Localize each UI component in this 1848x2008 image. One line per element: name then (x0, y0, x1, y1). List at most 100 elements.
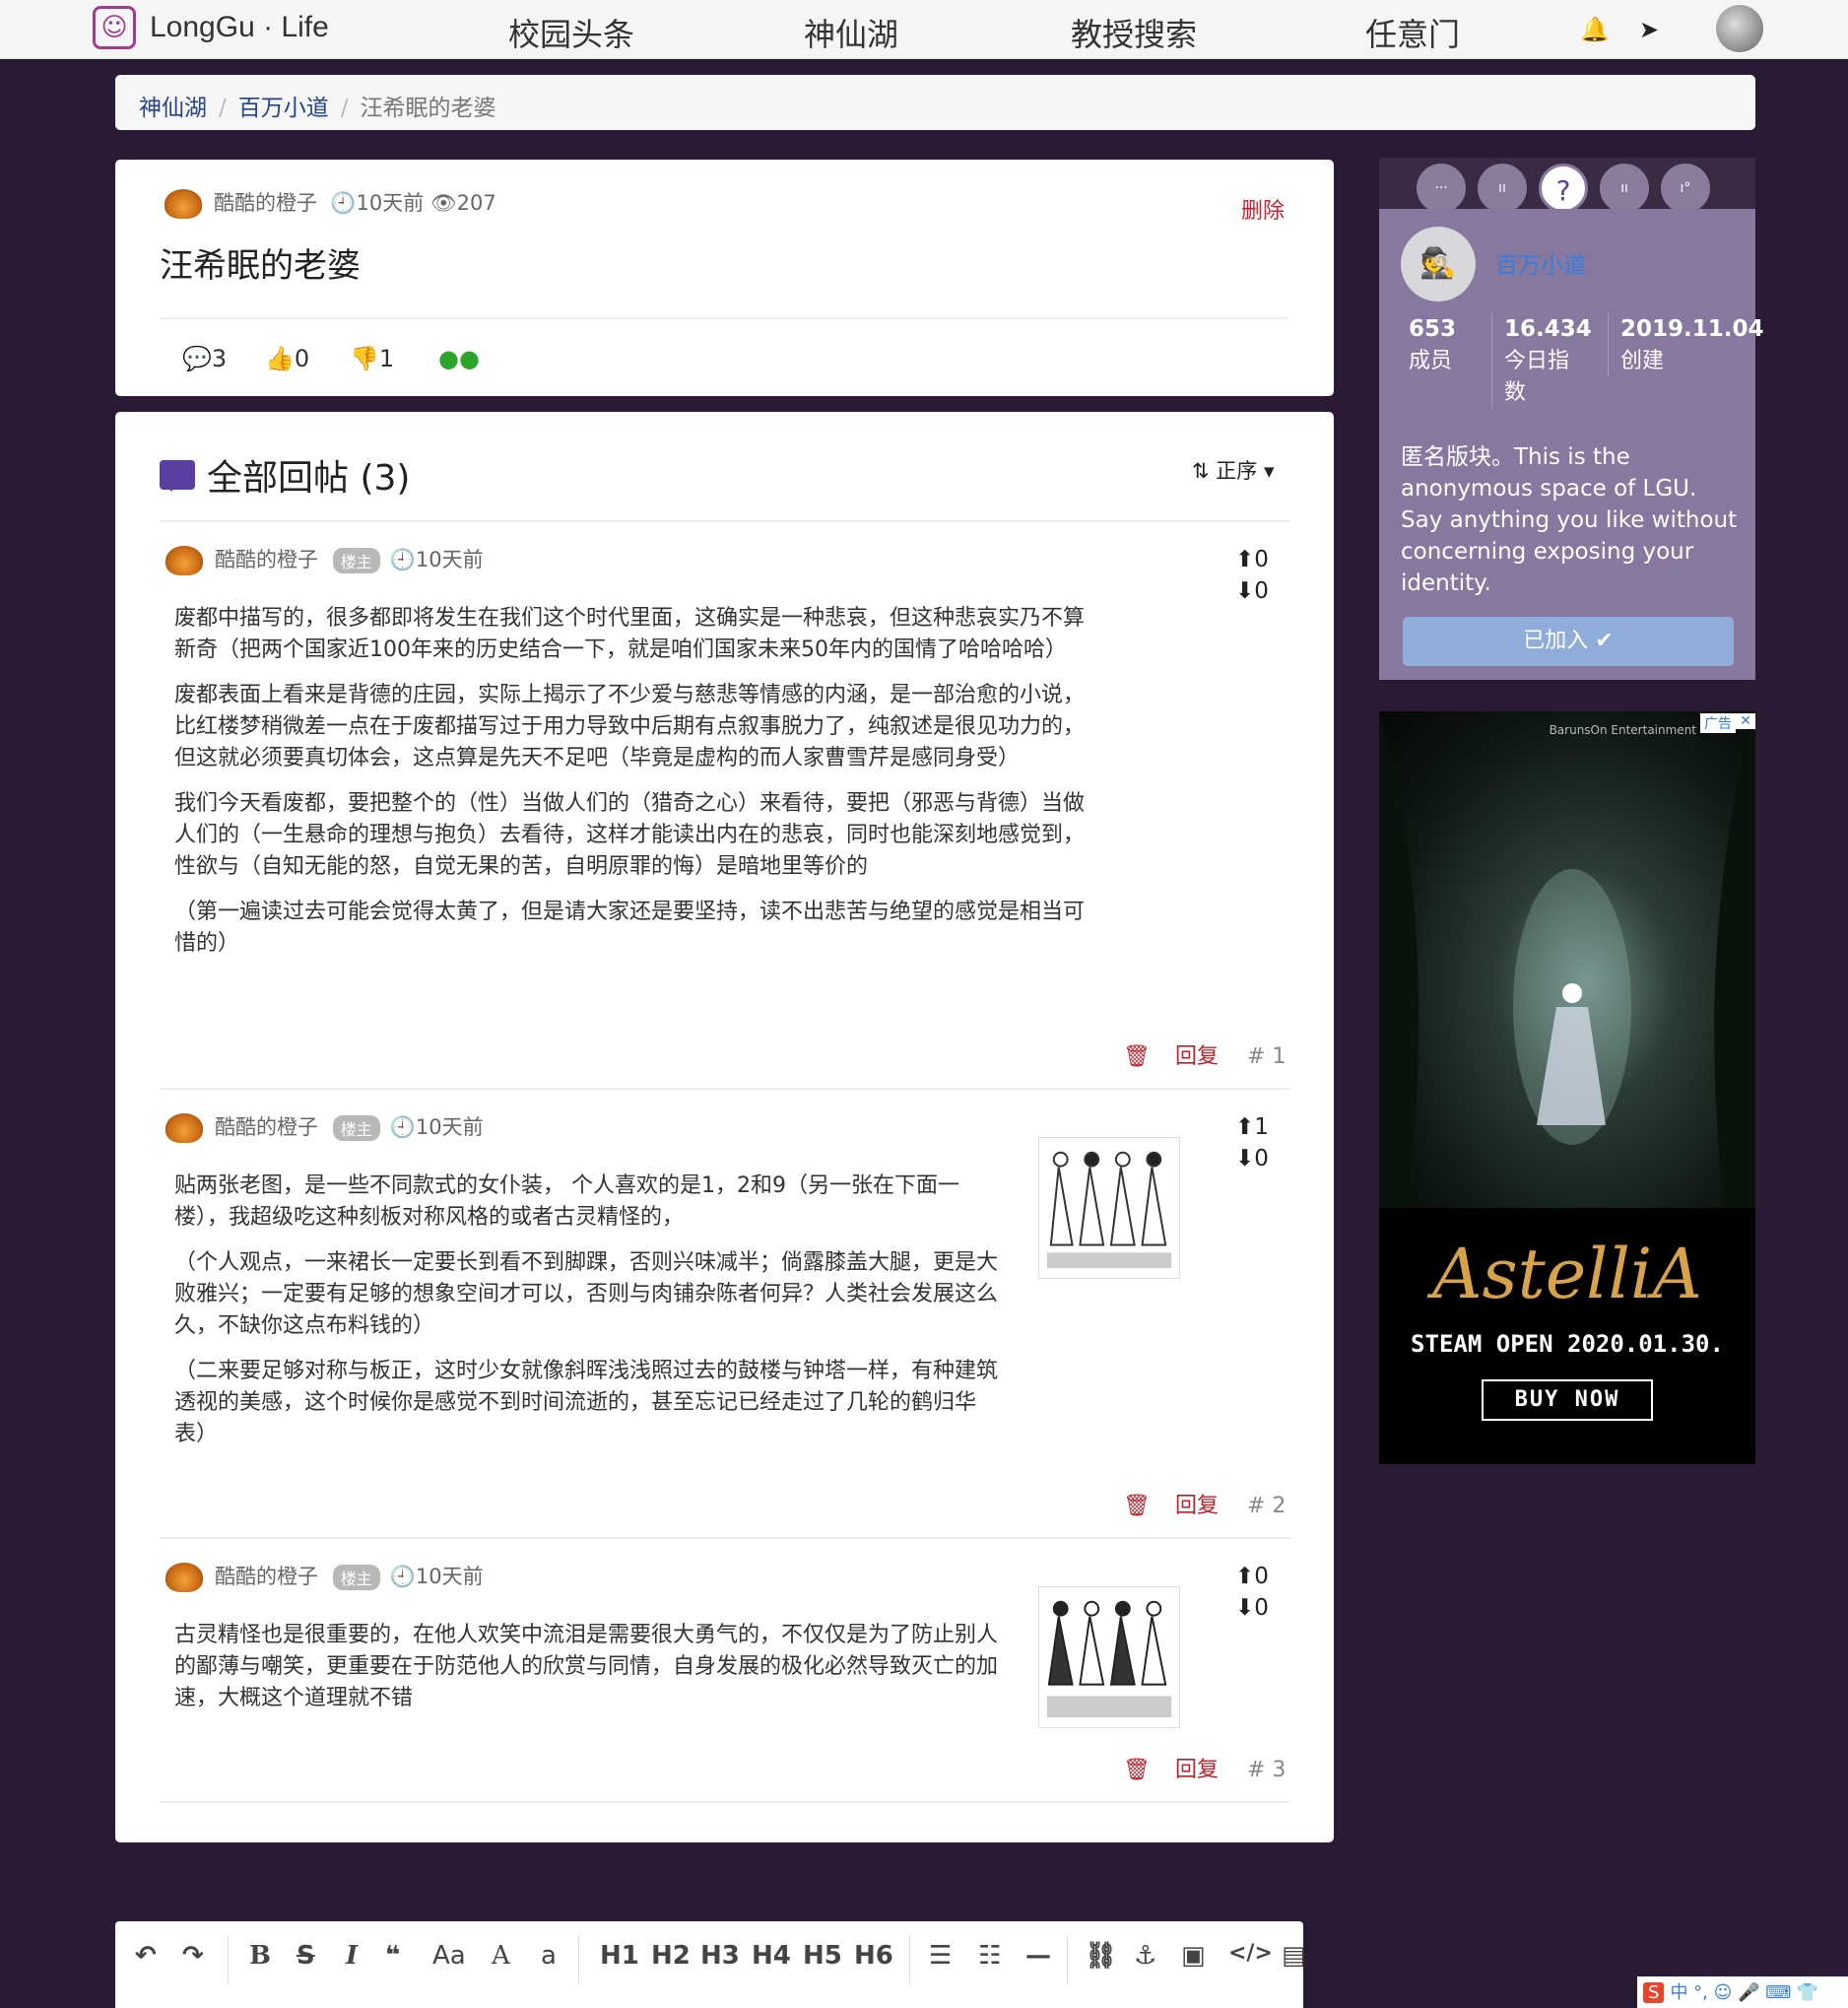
heading-1-button[interactable]: H1 (600, 1941, 639, 1971)
code-block-icon[interactable]: ▤ (1282, 1941, 1306, 1971)
trash-icon[interactable]: 🗑 (1123, 1494, 1151, 1518)
sogou-icon: S (1643, 1982, 1665, 2003)
divider (160, 1088, 1290, 1090)
code-icon[interactable]: </> (1228, 1941, 1273, 1966)
ad-badge: 广告 (1700, 713, 1736, 733)
created-stat: 2019.11.04 创建 (1608, 313, 1764, 377)
eye-icon: 👁 (429, 191, 457, 215)
font-size-up-icon[interactable]: A (492, 1941, 510, 1971)
bullet-list-icon[interactable]: ☰ (929, 1941, 952, 1971)
redo-icon[interactable]: ↷ (182, 1941, 204, 1971)
post-author[interactable]: 酷酷的橙子 (214, 191, 317, 215)
author-avatar[interactable] (165, 546, 203, 575)
nav-campus-headlines[interactable]: 校园头条 (508, 10, 634, 55)
heading-3-button[interactable]: H3 (700, 1941, 740, 1971)
heading-2-button[interactable]: H2 (651, 1941, 691, 1971)
comment-bubble-icon (160, 460, 195, 492)
members-stat: 653 成员 (1409, 316, 1457, 373)
heading-6-button[interactable]: H6 (854, 1941, 893, 1971)
joined-button[interactable]: 已加入 ✔ (1403, 617, 1734, 666)
bold-icon[interactable]: B (249, 1941, 271, 1971)
reply-button[interactable]: 回复 (1175, 1758, 1219, 1782)
font-size-down-icon[interactable]: a (541, 1941, 557, 1971)
image-icon[interactable]: ▣ (1181, 1941, 1206, 1971)
italic-icon[interactable]: I (346, 1941, 358, 1971)
board-tab[interactable]: ··· (1417, 164, 1466, 213)
ad-banner[interactable]: BarunsOn Entertainment 广告 ✕ AstelliA STE… (1379, 711, 1755, 1464)
breadcrumb-board[interactable]: 百万小道 (238, 96, 329, 121)
font-case-icon[interactable]: Aa (432, 1941, 466, 1971)
heading-4-button[interactable]: H4 (752, 1941, 791, 1971)
quote-icon[interactable]: ❝ (385, 1941, 400, 1971)
dislike-button[interactable]: 👎1 (350, 345, 394, 372)
heading-5-button[interactable]: H5 (803, 1941, 842, 1971)
breadcrumb-shenxianhu[interactable]: 神仙湖 (139, 96, 207, 121)
logo-face-icon: ☺ (93, 6, 136, 49)
reply-author[interactable]: 酷酷的橙子 (215, 548, 318, 571)
board-tab-active[interactable]: ? (1539, 164, 1588, 213)
anchor-icon[interactable]: ⚓ (1134, 1941, 1156, 1971)
ad-buy-button[interactable]: BUY NOW (1482, 1379, 1653, 1421)
reply-time: 10天前 (415, 1565, 484, 1588)
link-icon[interactable]: ⛓ (1085, 1941, 1117, 1971)
ime-status-bar[interactable]: S中 °, ☺ 🎤 ⌨ 👕 (1637, 1976, 1848, 2008)
divider (160, 317, 1287, 319)
replies-header: 全部回帖 (3) (160, 449, 410, 501)
reply-item: 酷酷的橙子 楼主 🕘10天前 ⬆0 ⬇0 废都中描写的，很多都即将发生在我们这个时… (160, 544, 1290, 1072)
floor-number: # 1 (1246, 1044, 1287, 1069)
nav-anywhere-door[interactable]: 任意门 (1365, 10, 1460, 55)
maid-outfits-image[interactable] (1038, 1137, 1180, 1279)
downvote-button[interactable]: ⬇0 (1235, 1143, 1269, 1174)
reply-button[interactable]: 回复 (1175, 1044, 1219, 1069)
clock-icon: 🕘 (323, 191, 357, 215)
author-avatar[interactable] (165, 1563, 203, 1592)
daily-index-stat: 16.434 今日指数 (1491, 313, 1592, 409)
upvote-button[interactable]: ⬆1 (1235, 1111, 1269, 1143)
like-button[interactable]: 👍0 (265, 345, 309, 372)
comment-count[interactable]: 💬3 (182, 345, 227, 372)
top-navbar: ☺ LongGu · Life 校园头条 神仙湖 教授搜索 任意门 🔔 ➤ (0, 0, 1848, 59)
author-avatar[interactable] (165, 1113, 203, 1143)
trash-icon[interactable]: 🗑 (1123, 1044, 1151, 1069)
board-tab[interactable]: ı° (1661, 164, 1710, 213)
upvote-button[interactable]: ⬆0 (1235, 1561, 1269, 1592)
ad-close-icon[interactable]: ✕ (1736, 713, 1755, 729)
bell-icon[interactable]: 🔔 (1580, 16, 1610, 43)
thumbs-down-icon: 👎 (350, 345, 379, 372)
divider (160, 520, 1290, 522)
upvote-button[interactable]: ⬆0 (1235, 544, 1269, 575)
reply-author[interactable]: 酷酷的橙子 (215, 1565, 318, 1588)
board-tab[interactable]: ıı (1600, 164, 1649, 213)
board-switcher: ··· ıı ? ıı ı° (1379, 158, 1755, 213)
maid-outfits-image[interactable] (1038, 1586, 1180, 1728)
clock-icon: 🕘 (389, 1565, 416, 1588)
reply-button[interactable]: 回复 (1175, 1494, 1219, 1518)
user-avatar[interactable] (1716, 5, 1763, 52)
board-info-panel: 🕵 百万小道 653 成员 16.434 今日指数 2019.11.04 创建 匿名版… (1379, 209, 1764, 680)
send-icon[interactable]: ➤ (1639, 16, 1659, 43)
horizontal-rule-icon[interactable]: — (1025, 1941, 1051, 1971)
author-avatar[interactable] (165, 189, 202, 219)
site-logo[interactable]: ☺ LongGu · Life (93, 6, 329, 49)
downvote-button[interactable]: ⬇0 (1235, 575, 1269, 607)
sort-dropdown[interactable]: ⇅ 正序 ▾ (1192, 455, 1275, 485)
nav-professor-search[interactable]: 教授搜索 (1071, 10, 1197, 55)
board-name[interactable]: 百万小道 (1495, 246, 1586, 280)
strikethrough-icon[interactable]: S (297, 1941, 315, 1971)
op-badge: 楼主 (332, 1565, 380, 1590)
breadcrumb: 神仙湖 / 百万小道 / 汪希眠的老婆 (115, 75, 1755, 130)
board-description: 匿名版块。This is the anonymous space of LGU.… (1401, 444, 1738, 596)
wechat-share-icon[interactable]: ●● (438, 345, 480, 372)
post-title: 汪希眠的老婆 (160, 246, 361, 286)
reply-author[interactable]: 酷酷的橙子 (215, 1115, 318, 1139)
floor-number: # 2 (1246, 1494, 1287, 1518)
breadcrumb-current: 汪希眠的老婆 (360, 96, 496, 121)
numbered-list-icon[interactable]: ☷ (978, 1941, 1001, 1971)
board-tab[interactable]: ıı (1478, 164, 1527, 213)
undo-icon[interactable]: ↶ (135, 1941, 157, 1971)
trash-icon[interactable]: 🗑 (1123, 1758, 1151, 1782)
delete-post-link[interactable]: 删除 (1241, 193, 1285, 225)
reply-item: 酷酷的橙子 楼主 🕘10天前 ⬆0 ⬇0 古灵精怪也是很重要的，在他人欢笑中流泪是… (160, 1561, 1290, 1787)
nav-shenxianhu[interactable]: 神仙湖 (804, 10, 898, 55)
downvote-button[interactable]: ⬇0 (1235, 1592, 1269, 1624)
